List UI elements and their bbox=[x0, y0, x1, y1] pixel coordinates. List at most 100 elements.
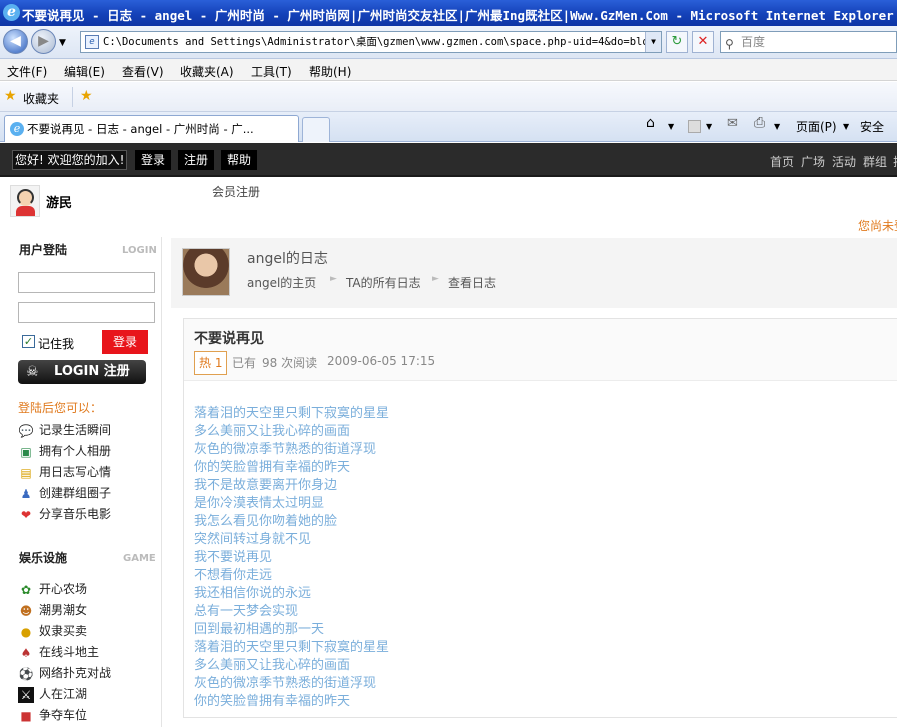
hearts-icon: ❤ bbox=[20, 507, 32, 522]
favorites-star-icon: ★ bbox=[4, 88, 17, 104]
link-home[interactable]: angel的主页 bbox=[247, 274, 316, 291]
favorites-button[interactable]: 收藏夹 bbox=[23, 90, 59, 107]
feature-share[interactable]: ❤ 分享音乐电影 bbox=[18, 505, 111, 523]
menu-edit[interactable]: 编辑(E) bbox=[64, 63, 105, 80]
article-line: 灰色的微凉季节熟悉的街道浮现 bbox=[194, 442, 377, 457]
nav-events[interactable]: 活动 bbox=[832, 153, 856, 170]
favorites-divider bbox=[72, 87, 73, 107]
safety-menu[interactable]: 安全 bbox=[860, 118, 884, 135]
menu-help[interactable]: 帮助(H) bbox=[309, 63, 351, 80]
avatar-body-icon bbox=[16, 206, 35, 216]
game-jianghu[interactable]: ⚔ 人在江湖 bbox=[18, 685, 87, 703]
guest-username[interactable]: 游民 bbox=[46, 192, 72, 211]
login-button[interactable]: 登录 bbox=[102, 330, 148, 354]
breadcrumb-arrow-icon: ► bbox=[330, 274, 337, 284]
menu-tools[interactable]: 工具(T) bbox=[251, 63, 292, 80]
remember-label: 记住我 bbox=[38, 337, 75, 351]
menu-file[interactable]: 文件(F) bbox=[7, 63, 47, 80]
page-dropdown-icon[interactable]: ▼ bbox=[843, 122, 849, 131]
forward-button[interactable]: ▶ bbox=[31, 29, 56, 54]
address-dropdown-icon[interactable]: ▼ bbox=[645, 32, 661, 52]
home-icon[interactable]: ⌂ bbox=[646, 115, 655, 131]
link-view-blog[interactable]: 查看日志 bbox=[448, 274, 496, 291]
username-input[interactable] bbox=[18, 272, 155, 293]
game-slave[interactable]: ● 奴隶买卖 bbox=[18, 622, 87, 640]
plant-icon: ✿ bbox=[20, 582, 32, 597]
article-header: 不要说再见 热 1 已有 98 次阅读 2009-06-05 17:15 bbox=[184, 319, 897, 381]
game-fashion[interactable]: ☻ 潮男潮女 bbox=[18, 601, 87, 619]
article-line: 我不要说再见 bbox=[194, 550, 273, 565]
site-register-link[interactable]: 注册 bbox=[178, 150, 215, 170]
people-icon: ♟ bbox=[20, 486, 32, 501]
window-title: 不要说再见 - 日志 - angel - 广州时尚 - 广州时尚网|广州时尚交友… bbox=[22, 8, 894, 23]
password-input[interactable] bbox=[18, 302, 155, 323]
print-icon[interactable]: ⎙ bbox=[754, 115, 765, 131]
address-text: C:\Documents and Settings\Administrator\… bbox=[103, 36, 662, 48]
article-line: 回到最初相遇的那一天 bbox=[194, 622, 325, 637]
page-menu[interactable]: 页面(P) bbox=[796, 118, 837, 135]
article-line: 灰色的微凉季节熟悉的街道浮现 bbox=[194, 676, 377, 691]
article-line: 你的笑脸曾拥有幸福的昨天 bbox=[194, 694, 351, 709]
swordsman-icon: ⚔ bbox=[18, 686, 34, 703]
feature-groups[interactable]: ♟ 创建群组圈子 bbox=[18, 484, 111, 502]
nav-groups[interactable]: 群组 bbox=[863, 153, 887, 170]
link-all-blogs[interactable]: TA的所有日志 bbox=[346, 274, 421, 291]
game-farm[interactable]: ✿ 开心农场 bbox=[18, 580, 87, 598]
car-icon: ■ bbox=[20, 708, 32, 723]
feature-diary[interactable]: ▤ 用日志写心情 bbox=[18, 463, 111, 481]
member-register-link[interactable]: 会员注册 bbox=[212, 183, 260, 200]
pirate-icon: ☠ bbox=[26, 364, 39, 380]
home-dropdown-icon[interactable]: ▼ bbox=[668, 122, 674, 131]
login-register-banner[interactable]: ☠ LOGIN 注册 bbox=[18, 360, 146, 384]
search-icon: ⚲ bbox=[725, 37, 734, 51]
publish-date: 2009-06-05 17:15 bbox=[327, 354, 436, 368]
add-favorite-icon[interactable]: ★ bbox=[80, 88, 93, 104]
feature-record[interactable]: 💬 记录生活瞬间 bbox=[18, 421, 112, 439]
site-help-link[interactable]: 帮助 bbox=[221, 150, 258, 170]
address-input[interactable]: e C:\Documents and Settings\Administrato… bbox=[80, 31, 662, 53]
view-count: 98 次阅读 bbox=[262, 356, 318, 370]
site-top-bar: 您好! 欢迎您的加入! 登录 注册 帮助 首页 广场 活动 群组 排 bbox=[0, 143, 897, 177]
game-title: 娱乐设施 bbox=[19, 551, 68, 565]
back-button[interactable]: ◀ bbox=[3, 29, 28, 54]
menu-view[interactable]: 查看(V) bbox=[122, 63, 164, 80]
article-line: 我还相信你说的永远 bbox=[194, 586, 312, 601]
mail-icon[interactable]: ✉ bbox=[727, 116, 738, 131]
history-dropdown-icon[interactable]: ▼ bbox=[59, 38, 66, 48]
search-input[interactable]: ⚲ 百度 bbox=[720, 31, 897, 53]
print-dropdown-icon[interactable]: ▼ bbox=[774, 122, 780, 131]
favorites-bar: ★ 收藏夹 ★ bbox=[0, 82, 897, 112]
hot-badge: 热 1 bbox=[194, 351, 228, 375]
game-parking[interactable]: ■ 争夺车位 bbox=[18, 706, 87, 724]
address-toolbar: ◀ ▶ ▼ e C:\Documents and Settings\Admini… bbox=[0, 26, 897, 59]
window-title-bar: e 不要说再见 - 日志 - angel - 广州时尚 - 广州时尚网|广州时尚… bbox=[0, 0, 897, 26]
game-poker[interactable]: ⚽ 网络扑克对战 bbox=[18, 664, 112, 682]
new-tab-button[interactable] bbox=[302, 117, 330, 142]
nav-home[interactable]: 首页 bbox=[770, 153, 794, 170]
game-landlord[interactable]: ♠ 在线斗地主 bbox=[18, 643, 99, 661]
after-login-heading: 登陆后您可以： bbox=[18, 401, 103, 415]
nav-more[interactable]: 排 bbox=[893, 153, 897, 170]
site-login-link[interactable]: 登录 bbox=[135, 150, 172, 170]
ie-logo-icon: e bbox=[3, 4, 20, 21]
menu-favorites[interactable]: 收藏夹(A) bbox=[180, 63, 234, 80]
login-title: 用户登陆 bbox=[19, 243, 68, 257]
refresh-icon[interactable]: ↻ bbox=[666, 31, 688, 53]
stop-icon[interactable]: ✕ bbox=[692, 31, 714, 53]
remember-checkbox[interactable]: ✓ bbox=[22, 335, 35, 348]
page-icon: e bbox=[85, 35, 99, 49]
tab-bar: e 不要说再见 - 日志 - angel - 广州时尚 - 广... ⌂ ▼ ▼… bbox=[0, 112, 897, 142]
article-line: 多么美丽又让我心碎的画面 bbox=[194, 424, 351, 439]
feature-album[interactable]: ▣ 拥有个人相册 bbox=[18, 442, 111, 460]
avatar-face-icon bbox=[17, 189, 34, 206]
feeds-dropdown-icon[interactable]: ▼ bbox=[706, 122, 712, 131]
game-title-en: GAME bbox=[123, 553, 156, 564]
breadcrumb-arrow-icon: ► bbox=[432, 274, 439, 284]
article-line: 是你冷漠表情太过明显 bbox=[194, 496, 325, 511]
feeds-icon[interactable] bbox=[688, 120, 701, 133]
guest-avatar[interactable] bbox=[10, 185, 40, 217]
nav-plaza[interactable]: 广场 bbox=[801, 153, 825, 170]
coins-icon: ● bbox=[20, 624, 32, 639]
blog-owner-photo[interactable] bbox=[182, 248, 230, 296]
tab-current[interactable]: e 不要说再见 - 日志 - angel - 广州时尚 - 广... bbox=[4, 115, 299, 142]
